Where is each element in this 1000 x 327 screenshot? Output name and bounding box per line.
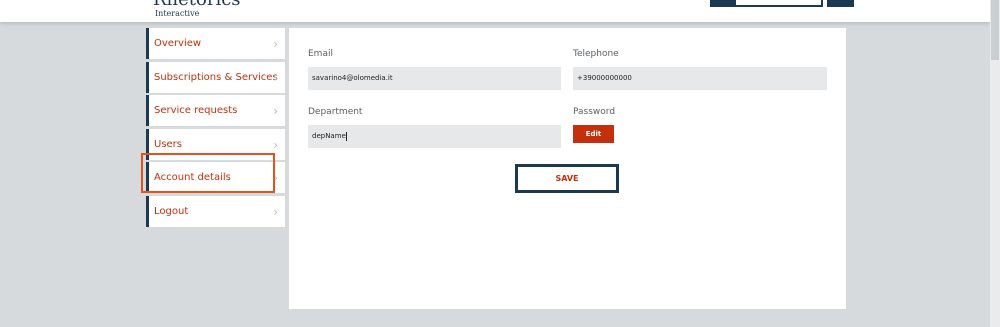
sidebar-item-logout[interactable]: Logout ›: [146, 195, 285, 227]
sidebar-item-label: Service requests: [154, 105, 238, 116]
department-field[interactable]: depName: [308, 125, 561, 148]
chevron-right-icon: ›: [273, 104, 278, 118]
logo-subtitle: Interactive: [155, 9, 200, 18]
sidebar-item-label: Logout: [154, 205, 189, 217]
chevron-right-icon: ›: [273, 137, 278, 152]
header-menu-button[interactable]: [827, 0, 854, 7]
email-label: Email: [308, 49, 333, 59]
sidebar-item-label: Overview: [154, 38, 202, 49]
telephone-label: Telephone: [573, 49, 619, 59]
department-label: Department: [308, 107, 363, 117]
sidebar-item-label: Users: [154, 138, 183, 150]
password-label: Password: [573, 107, 616, 117]
brand-logo[interactable]: Rhetorics Interactive: [153, 0, 241, 18]
logo-wordmark: Rhetorics: [153, 0, 241, 9]
department-value: depName: [312, 132, 346, 140]
sidebar-item-subscriptions[interactable]: Subscriptions & Services ›: [146, 61, 285, 93]
account-sidebar: Overview › Subscriptions & Services › Se…: [146, 28, 285, 229]
sidebar-item-account-details[interactable]: Account details ›: [146, 162, 285, 193]
sidebar-item-label: Subscriptions & Services: [154, 71, 278, 83]
telephone-field[interactable]: +39000000000: [573, 67, 827, 90]
sidebar-item-overview[interactable]: Overview ›: [146, 28, 285, 59]
header-search-icon[interactable]: [710, 0, 736, 7]
account-details-panel: Email savarino4@olomedia.it Telephone +3…: [289, 28, 846, 309]
chevron-right-icon: ›: [273, 171, 278, 185]
chevron-right-icon: ›: [273, 70, 278, 85]
scrollbar-thumb[interactable]: [991, 0, 999, 60]
text-cursor: [345, 131, 347, 141]
sidebar-item-label: Account details: [154, 172, 231, 183]
email-field[interactable]: savarino4@olomedia.it: [308, 67, 561, 90]
chevron-right-icon: ›: [273, 204, 278, 219]
save-button[interactable]: SAVE: [515, 164, 619, 193]
edit-password-button[interactable]: Edit: [573, 125, 614, 143]
sidebar-item-users[interactable]: Users ›: [146, 128, 285, 160]
top-header: Rhetorics Interactive: [0, 0, 990, 22]
sidebar-item-service-requests[interactable]: Service requests ›: [146, 95, 285, 126]
chevron-right-icon: ›: [273, 37, 278, 51]
